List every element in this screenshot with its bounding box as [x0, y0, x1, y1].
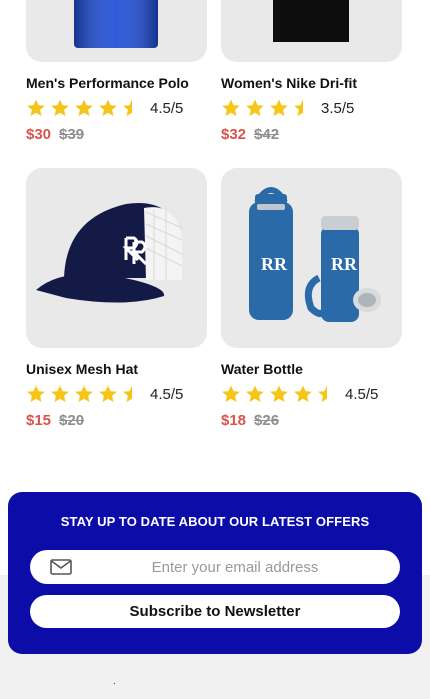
product-prices: $18 $26: [221, 412, 279, 429]
tank-top-image: [273, 0, 349, 42]
current-price: $32: [221, 126, 247, 143]
product-card[interactable]: Men's Performance Polo 4.5/5 $30 $39: [26, 0, 207, 150]
product-rating: 4.5/5: [26, 98, 183, 118]
original-price: $42: [254, 126, 280, 143]
star-full-icon: [221, 98, 245, 118]
product-name[interactable]: Women's Nike Dri-fit: [221, 75, 357, 91]
star-full-icon: [98, 98, 122, 118]
svg-text:RR: RR: [331, 254, 358, 274]
rating-text: 4.5/5: [150, 385, 184, 403]
product-card[interactable]: RR RR Water Bottle 4.5/5 $18 $26: [221, 168, 402, 430]
svg-text:RR: RR: [261, 254, 288, 274]
star-rating: [26, 98, 146, 118]
product-image[interactable]: [26, 0, 207, 62]
star-full-icon: [50, 384, 74, 404]
product-rating: 4.5/5: [26, 384, 183, 404]
product-name[interactable]: Men's Performance Polo: [26, 75, 189, 91]
product-name[interactable]: Water Bottle: [221, 361, 303, 377]
email-input[interactable]: [90, 550, 380, 584]
star-full-icon: [221, 384, 245, 404]
product-card[interactable]: Unisex Mesh Hat 4.5/5 $15 $20: [26, 168, 207, 430]
original-price: $39: [59, 126, 85, 143]
current-price: $15: [26, 412, 52, 429]
star-half-icon: [122, 98, 146, 118]
envelope-icon: [50, 559, 72, 575]
star-half-icon: [122, 384, 146, 404]
product-card[interactable]: Women's Nike Dri-fit 3.5/5 $32 $42: [221, 0, 402, 150]
star-half-icon: [293, 98, 317, 118]
star-full-icon: [98, 384, 122, 404]
rating-text: 4.5/5: [345, 385, 379, 403]
current-price: $30: [26, 126, 52, 143]
rating-text: 3.5/5: [321, 99, 355, 117]
newsletter-banner: STAY UP TO DATE ABOUT OUR LATEST OFFERS …: [8, 492, 422, 654]
original-price: $20: [59, 412, 85, 429]
current-price: $18: [221, 412, 247, 429]
product-image[interactable]: RR RR: [221, 168, 402, 348]
star-full-icon: [245, 384, 269, 404]
footer-dot: .: [113, 676, 116, 687]
product-image[interactable]: [221, 0, 402, 62]
product-prices: $32 $42: [221, 126, 279, 143]
star-full-icon: [269, 384, 293, 404]
star-full-icon: [74, 384, 98, 404]
email-field-container[interactable]: [30, 550, 400, 584]
product-image[interactable]: [26, 168, 207, 348]
star-full-icon: [26, 384, 50, 404]
product-name[interactable]: Unisex Mesh Hat: [26, 361, 138, 377]
product-rating: 3.5/5: [221, 98, 354, 118]
product-prices: $15 $20: [26, 412, 84, 429]
star-full-icon: [269, 98, 293, 118]
star-full-icon: [74, 98, 98, 118]
mesh-hat-image: [36, 203, 183, 303]
product-prices: $30 $39: [26, 126, 84, 143]
newsletter-title: STAY UP TO DATE ABOUT OUR LATEST OFFERS: [60, 514, 370, 529]
star-full-icon: [26, 98, 50, 118]
rating-text: 4.5/5: [150, 99, 184, 117]
product-rating: 4.5/5: [221, 384, 378, 404]
star-full-icon: [245, 98, 269, 118]
star-full-icon: [50, 98, 74, 118]
original-price: $26: [254, 412, 280, 429]
water-bottle-image: RR RR: [249, 187, 381, 322]
star-half-icon: [317, 384, 341, 404]
star-rating: [26, 384, 146, 404]
star-rating: [221, 98, 317, 118]
star-full-icon: [293, 384, 317, 404]
star-rating: [221, 384, 341, 404]
polo-shirt-image: [74, 0, 158, 48]
subscribe-button[interactable]: Subscribe to Newsletter: [30, 595, 400, 628]
